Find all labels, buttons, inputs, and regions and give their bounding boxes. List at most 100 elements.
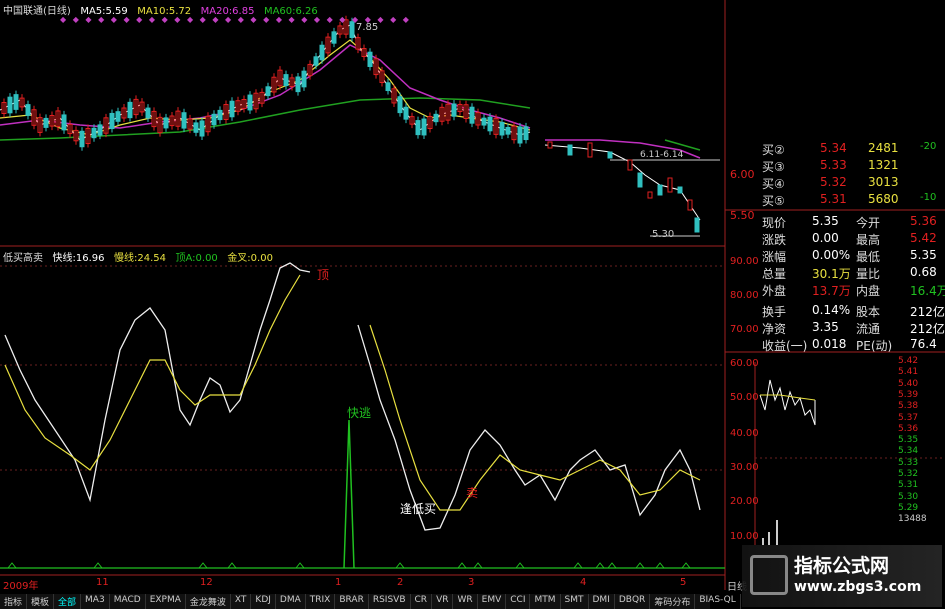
- quote-label: 净资: [762, 322, 787, 336]
- tab-item[interactable]: 金龙舞波: [186, 594, 231, 609]
- quote-value: 13.7万: [812, 284, 851, 298]
- candle: [637, 172, 643, 188]
- range-label: 6.11-6.14: [640, 150, 684, 160]
- indicator-fast-line: [4, 262, 311, 503]
- quote-row: 现价 5.35 今开 5.36: [760, 213, 945, 230]
- bid-change: -10: [920, 192, 937, 203]
- tab-item[interactable]: BRAR: [335, 594, 369, 609]
- tab-item[interactable]: CCI: [506, 594, 531, 609]
- watermark-logo-icon: [750, 555, 788, 595]
- tab-item[interactable]: BIAS-QL: [695, 594, 741, 609]
- intraday-axis-tick: 5.38: [898, 401, 919, 412]
- intraday-axis-tick: 5.40: [898, 378, 919, 389]
- quote-row: 换手 0.14% 股本 212亿: [760, 302, 945, 319]
- tab-item[interactable]: DMI: [589, 594, 615, 609]
- quote-label: 量比: [856, 267, 881, 281]
- indicator-axis-tick: 10.00: [730, 531, 759, 542]
- candle: [677, 186, 683, 194]
- month-label: 5: [680, 577, 687, 588]
- green-marker: [654, 562, 666, 569]
- indicator-axis-tick: 70.00: [730, 324, 759, 335]
- tab-item[interactable]: KDJ: [251, 594, 276, 609]
- tab-item[interactable]: XT: [231, 594, 252, 609]
- bid-price: 5.33: [820, 158, 847, 172]
- quote-label: 现价: [762, 216, 787, 230]
- quote-value: 3.35: [812, 320, 839, 334]
- mini-volume-bars: [762, 520, 778, 545]
- intraday-axis-tick: 13488: [898, 514, 927, 525]
- quote-value: 76.4: [910, 337, 937, 351]
- quote-label: 今开: [856, 216, 881, 230]
- bid-volume: 1321: [868, 158, 899, 172]
- green-marker: [634, 562, 646, 569]
- indicator-axis-tick: 60.00: [730, 358, 759, 369]
- tab-item[interactable]: EXPMA: [146, 594, 186, 609]
- bid-volume: 2481: [868, 141, 899, 155]
- quote-value: 212亿: [910, 322, 945, 336]
- quote-label: 股本: [856, 305, 881, 319]
- bid-volume: 5680: [868, 192, 899, 206]
- tab-item[interactable]: TRIX: [306, 594, 336, 609]
- bid-row: 买⑤ 5.31 5680 -10: [760, 191, 945, 208]
- tab-item[interactable]: DBQR: [615, 594, 651, 609]
- quote-row: 收益(一) 0.018 PE(动) 76.4: [760, 336, 945, 353]
- month-label: 3: [468, 577, 475, 588]
- bid-price: 5.31: [820, 192, 847, 206]
- candle: [657, 184, 663, 196]
- candle: [627, 159, 633, 171]
- date-year: 2009年: [3, 581, 39, 592]
- tab-item[interactable]: RSISVB: [369, 594, 411, 609]
- quote-label: PE(动): [856, 339, 893, 353]
- tab-item[interactable]: WR: [453, 594, 478, 609]
- ma10-line: [0, 39, 531, 136]
- tab-item[interactable]: 模板: [27, 594, 55, 609]
- price-axis-550: 5.50: [730, 209, 755, 222]
- green-marker: [6, 562, 18, 569]
- intraday-axis-tick: 5.41: [898, 367, 919, 378]
- tab-item[interactable]: 筹码分布: [650, 594, 696, 609]
- quote-row: 总量 30.1万 量比 0.68: [760, 264, 945, 281]
- green-marker: [680, 562, 692, 569]
- sell-label: 卖: [466, 486, 479, 500]
- intraday-axis-tick: 5.32: [898, 469, 919, 479]
- quote-label: 流通: [856, 322, 881, 336]
- green-marker: [294, 562, 306, 569]
- tab-item[interactable]: EMV: [478, 594, 507, 609]
- bid-row: 买④ 5.32 3013: [760, 174, 945, 191]
- watermark-url: www.zbgs3.com: [794, 579, 922, 595]
- bid-label: 买②: [762, 143, 785, 157]
- low-buy-label: 逢低买: [400, 502, 437, 516]
- candle: [667, 177, 673, 193]
- bid-label: 买⑤: [762, 194, 785, 208]
- candlesticks: [1, 15, 700, 233]
- top-signal-label: 顶: [317, 268, 330, 282]
- month-label: 11: [96, 577, 109, 588]
- intraday-axis-tick: 5.42: [898, 356, 919, 366]
- tab-item[interactable]: DMA: [276, 594, 306, 609]
- tab-item[interactable]: MACD: [110, 594, 146, 609]
- ma5-line: [0, 24, 531, 141]
- quote-label: 总量: [762, 267, 787, 281]
- tab-item[interactable]: 全部: [54, 594, 82, 609]
- green-marker: [572, 562, 584, 569]
- tab-item[interactable]: MTM: [530, 594, 561, 609]
- fast-line-label: 快线:16.96: [52, 253, 105, 264]
- quote-value: 0.00: [812, 231, 839, 245]
- candle: [587, 142, 593, 158]
- indicator-tab-bar: 指标 模板 全部 MA3 MACD EXPMA 金龙舞波 XT KDJ DMA TRIX BRAR RS…: [0, 594, 741, 609]
- tab-item[interactable]: VR: [432, 594, 454, 609]
- intraday-axis-tick: 5.37: [898, 412, 919, 423]
- indicator-axis-tick: 20.00: [730, 496, 759, 507]
- tab-item[interactable]: CR: [411, 594, 433, 609]
- tab-item[interactable]: SMT: [561, 594, 589, 609]
- green-markers: [6, 562, 692, 569]
- intraday-axis-tick: 5.29: [898, 502, 919, 513]
- intraday-axis-tick: 5.36: [898, 423, 919, 434]
- green-marker: [514, 562, 526, 569]
- watermark-title: 指标公式网: [794, 555, 890, 577]
- intraday-axis-tick: 5.31: [898, 480, 919, 491]
- indicator-name: 低买高卖: [3, 253, 43, 264]
- tab-item[interactable]: MA3: [81, 594, 110, 609]
- tab-item[interactable]: 指标: [0, 594, 28, 609]
- indicator-slow-line: [4, 274, 301, 471]
